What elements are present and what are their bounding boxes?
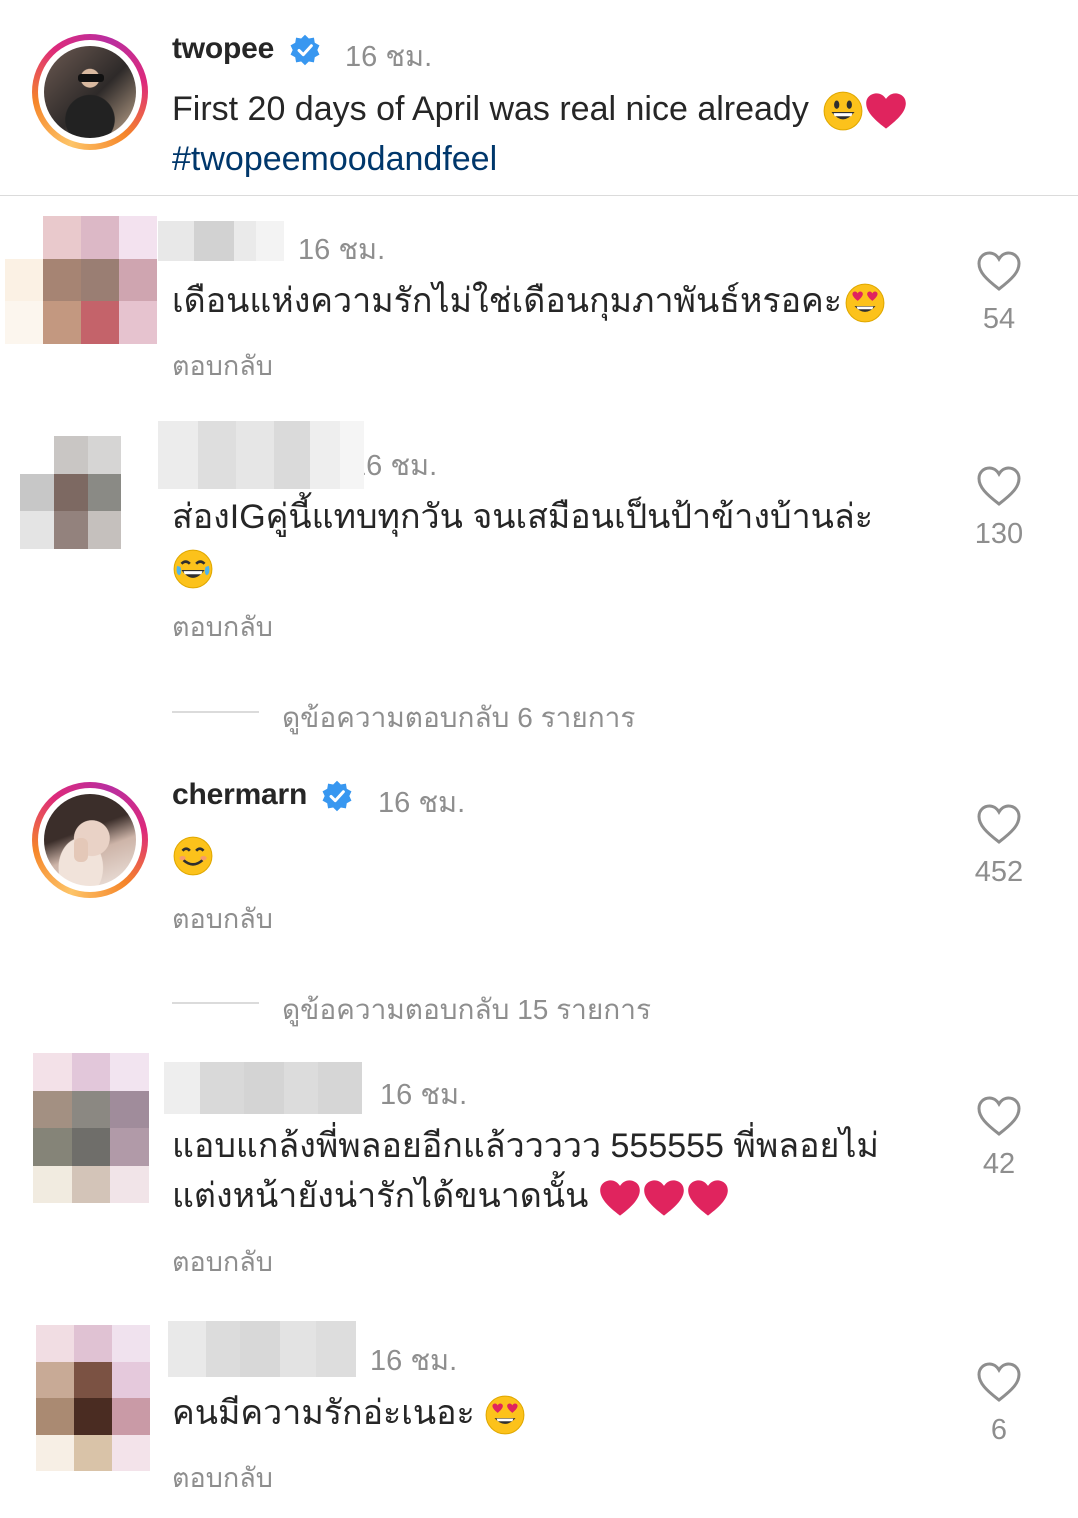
comment-text-body: เดือนแห่งความรักไม่ใช่เดือนกุมภาพันธ์หรอ… xyxy=(172,282,843,320)
comment-text: คนมีความรักอ่ะเนอะ xyxy=(172,1388,952,1438)
like-count: 42 xyxy=(982,1148,1016,1180)
verified-badge-icon xyxy=(322,780,352,812)
view-replies-line xyxy=(172,1002,259,1004)
caption-text: First 20 days of April was real nice alr… xyxy=(172,90,809,128)
grinning-face-icon xyxy=(823,91,863,131)
comment-text-body: ส่องIGคู่นี้แทบทุกวัน จนเสมือนเป็นป้าข้า… xyxy=(172,498,874,536)
red-heart-icon xyxy=(688,1180,728,1216)
comment-text-line2: แต่งหน้ายังน่ารักได้ขนาดนั้น xyxy=(172,1177,589,1215)
comment-text: แอบแกล้งพี่พลอยอีกแล้ววววว 555555 พี่พลอ… xyxy=(172,1121,952,1221)
reply-button[interactable]: ตอบกลับ xyxy=(172,1240,273,1283)
tears-of-joy-icon xyxy=(173,549,213,589)
avatar-photo xyxy=(44,794,136,886)
like-count: 452 xyxy=(974,856,1024,888)
heart-outline-icon[interactable] xyxy=(976,1095,1022,1137)
view-replies-line xyxy=(172,711,259,713)
post-divider xyxy=(0,195,1078,196)
comment-text: ส่องIGคู่นี้แทบทุกวัน จนเสมือนเป็นป้าข้า… xyxy=(172,492,952,592)
like-count: 54 xyxy=(982,303,1016,335)
avatar-photo xyxy=(44,46,136,138)
view-replies-button[interactable]: ดูข้อความตอบกลับ 15 รายการ xyxy=(282,988,651,1032)
comment-text-body: คนมีความรักอ่ะเนอะ xyxy=(172,1394,475,1432)
heart-outline-icon[interactable] xyxy=(976,1361,1022,1403)
reply-button[interactable]: ตอบกลับ xyxy=(172,344,273,387)
heart-eyes-icon xyxy=(485,1395,525,1435)
comment-text: เดือนแห่งความรักไม่ใช่เดือนกุมภาพันธ์หรอ… xyxy=(172,276,952,326)
commenter-username-blurred[interactable] xyxy=(158,221,284,261)
comment-time: 16 ชม. xyxy=(364,450,438,482)
post-author-avatar[interactable] xyxy=(32,34,148,150)
post-time: 16 ชม. xyxy=(345,41,433,73)
commenter-username-blurred[interactable] xyxy=(168,1321,356,1377)
heart-outline-icon[interactable] xyxy=(976,465,1022,507)
commenter-username-blurred[interactable] xyxy=(158,421,364,489)
commenter-avatar-blurred[interactable] xyxy=(5,216,157,344)
comment-time: 16 ชม. xyxy=(380,1079,468,1111)
post-caption: First 20 days of April was real nice alr… xyxy=(172,84,1052,184)
comment-time: 16 ชม. xyxy=(298,234,386,266)
commenter-avatar-blurred[interactable] xyxy=(36,1325,150,1471)
commenter-avatar[interactable] xyxy=(32,782,148,898)
commenter-username-blurred[interactable] xyxy=(164,1062,362,1114)
reply-button[interactable]: ตอบกลับ xyxy=(172,897,273,940)
sunglasses xyxy=(78,74,104,82)
commenter-username[interactable]: chermarn xyxy=(172,778,307,812)
hand xyxy=(74,838,88,862)
comment-text-line1: แอบแกล้งพี่พลอยอีกแล้ววววว 555555 พี่พลอ… xyxy=(172,1127,879,1165)
smiling-face-icon xyxy=(173,836,213,876)
post-hashtag[interactable]: #twopeemoodandfeel xyxy=(172,140,497,178)
like-count: 6 xyxy=(990,1414,1008,1446)
red-heart-icon xyxy=(600,1180,640,1216)
heart-outline-icon[interactable] xyxy=(976,803,1022,845)
post-author-username[interactable]: twopee xyxy=(172,32,274,66)
commenter-avatar-blurred[interactable] xyxy=(33,1053,149,1203)
reply-button[interactable]: ตอบกลับ xyxy=(172,1456,273,1499)
heart-outline-icon[interactable] xyxy=(976,250,1022,292)
reply-button[interactable]: ตอบกลับ xyxy=(172,605,273,648)
commenter-avatar-blurred[interactable] xyxy=(20,436,155,549)
like-count: 130 xyxy=(974,518,1024,550)
red-heart-icon xyxy=(866,93,907,129)
comment-time: 16 ชม. xyxy=(370,1345,458,1377)
heart-eyes-icon xyxy=(845,283,885,323)
comment-time: 16 ชม. xyxy=(378,787,466,819)
view-replies-button[interactable]: ดูข้อความตอบกลับ 6 รายการ xyxy=(282,696,635,740)
verified-badge-icon xyxy=(290,34,320,66)
red-heart-icon xyxy=(644,1180,684,1216)
